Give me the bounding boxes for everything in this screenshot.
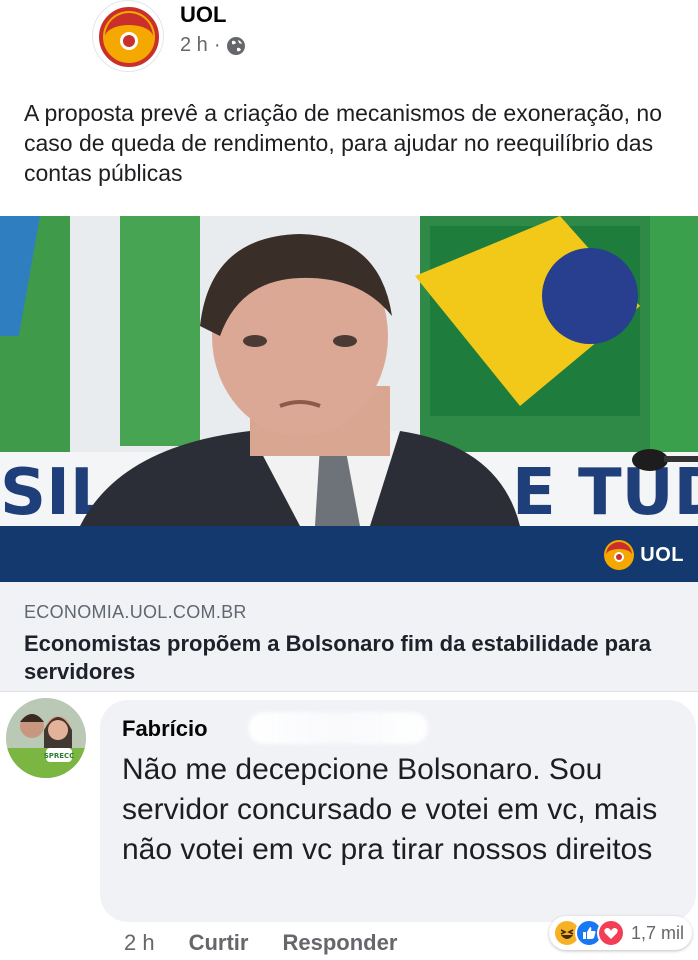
page-name[interactable]: UOL: [180, 2, 226, 28]
link-info[interactable]: ECONOMIA.UOL.COM.BR Economistas propõem …: [0, 582, 698, 692]
image-band: UOL: [0, 526, 698, 582]
reaction-count: 1,7 mil: [630, 922, 684, 943]
avatar-badge: SPRECC: [44, 752, 75, 760]
reply-button[interactable]: Responder: [282, 930, 397, 956]
comment-time[interactable]: 2 h: [124, 930, 155, 956]
uol-logo-avatar[interactable]: [92, 0, 164, 72]
comment-bubble: Fabrício Não me decepcione Bolsonaro. So…: [100, 700, 696, 922]
redacted-surname: [248, 712, 428, 744]
commenter-avatar[interactable]: SPRECC: [6, 698, 86, 778]
globe-icon: [226, 36, 246, 56]
link-preview-image[interactable]: SIL A E TUD: [0, 216, 698, 526]
link-domain: ECONOMIA.UOL.COM.BR: [24, 602, 247, 622]
love-reaction-icon: [596, 919, 625, 947]
uol-logo-icon: [604, 540, 635, 570]
post-meta: 2 h ·: [180, 34, 246, 57]
link-title[interactable]: Economistas propõem a Bolsonaro fim da e…: [24, 630, 664, 686]
post-time[interactable]: 2 h: [180, 34, 208, 57]
post-text: A proposta prevê a criação de mecanismos…: [24, 100, 662, 186]
post-header: UOL 2 h ·: [0, 0, 698, 80]
background-letters-right: E TUD: [512, 456, 698, 526]
comment-actions: 2 h Curtir Responder: [124, 930, 397, 956]
comment-text: Não me decepcione Bolsonaro. Sou servido…: [122, 753, 658, 866]
reactions-summary[interactable]: 1,7 mil: [548, 916, 692, 950]
meta-separator: ·: [213, 34, 221, 56]
like-button[interactable]: Curtir: [189, 930, 249, 956]
commenter-name[interactable]: Fabrício: [122, 716, 208, 742]
uol-band-logo: UOL: [602, 538, 684, 572]
band-logo-text: UOL: [640, 543, 684, 566]
